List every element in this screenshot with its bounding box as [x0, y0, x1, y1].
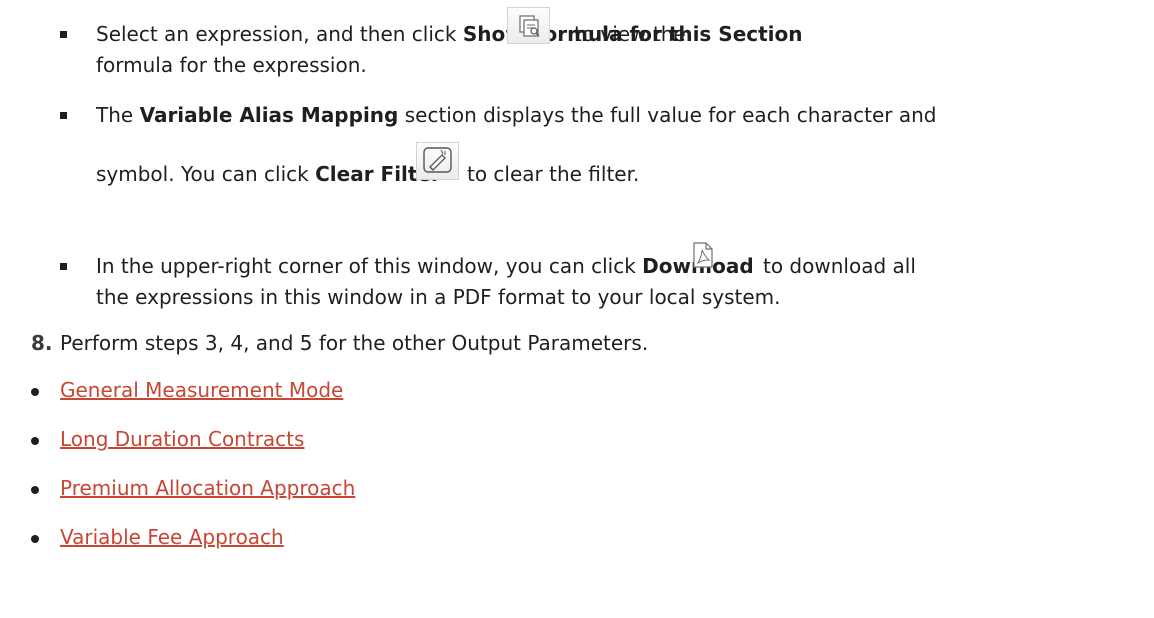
step-text: Perform steps 3, 4, and 5 for the other …	[60, 331, 649, 355]
show-formula-icon	[519, 15, 540, 37]
download-line2: the expressions in this window in a PDF …	[96, 285, 781, 309]
square-bullet	[60, 112, 67, 119]
dot-bullet	[31, 486, 39, 494]
link-variable-fee-approach[interactable]: Variable Fee Approach	[60, 525, 284, 549]
link-premium-allocation-approach[interactable]: Premium Allocation Approach	[60, 476, 355, 500]
pdf-download-button[interactable]	[692, 242, 714, 268]
show-formula-line2: formula for the expression.	[96, 53, 367, 77]
dot-bullet	[31, 437, 39, 445]
step-number: 8.	[31, 331, 53, 355]
alias-mapping-line2: symbol. You can click Clear Filter	[96, 162, 441, 186]
square-bullet	[60, 263, 67, 270]
show-formula-line: Select an expression, and then click Sho…	[96, 22, 803, 46]
alias-mapping-line: The Variable Alias Mapping section displ…	[96, 103, 937, 127]
dot-bullet	[31, 535, 39, 543]
dot-bullet	[31, 388, 39, 396]
clear-filter-button[interactable]	[416, 142, 459, 180]
link-long-duration-contracts[interactable]: Long Duration Contracts	[60, 427, 304, 451]
square-bullet	[60, 31, 67, 38]
pdf-download-icon	[693, 242, 713, 268]
link-general-measurement-mode[interactable]: General Measurement Mode	[60, 378, 343, 402]
clear-filter-icon	[423, 147, 452, 173]
alias-mapping-label: Variable Alias Mapping	[139, 103, 399, 127]
download-line: In the upper-right corner of this window…	[96, 254, 754, 278]
show-formula-post: to view the	[574, 22, 686, 46]
clear-filter-post: to clear the filter.	[467, 162, 640, 186]
download-post: to download all	[763, 254, 916, 278]
show-formula-button[interactable]	[507, 7, 550, 44]
